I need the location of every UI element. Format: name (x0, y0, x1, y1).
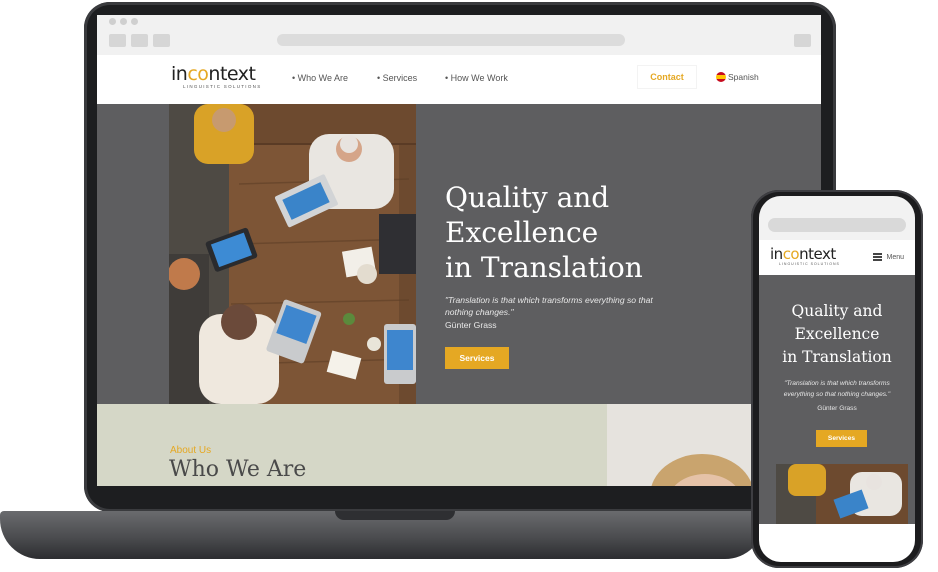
about-section: About Us Who We Are (97, 404, 821, 486)
hero-team-meeting-photo (169, 104, 416, 404)
phone-status-bar (759, 196, 915, 240)
mobile-team-meeting-photo (776, 464, 908, 524)
logo-tagline: LINGUISTIC SOLUTIONS (183, 84, 262, 89)
site-header: incontext LINGUISTIC SOLUTIONS • Who We … (97, 55, 821, 104)
mobile-hero-title: Quality and Excellence in Translation (782, 302, 892, 366)
laptop-notch (335, 511, 455, 520)
back-button[interactable] (109, 34, 126, 47)
phone-screen: incontext LINGUISTIC SOLUTIONS Menu Qual… (759, 196, 915, 562)
window-close-dot[interactable] (109, 18, 116, 25)
phone-address-bar[interactable] (768, 218, 906, 232)
hero-quote-author: Günter Grass (445, 320, 497, 330)
hamburger-icon (873, 253, 883, 261)
window-minimize-dot[interactable] (120, 18, 127, 25)
mobile-logo-tagline: LINGUISTIC SOLUTIONS (779, 262, 840, 266)
reload-button[interactable] (153, 34, 170, 47)
site-logo[interactable]: incontext LINGUISTIC SOLUTIONS (171, 63, 262, 89)
nav-link-services[interactable]: • Services (377, 73, 417, 83)
about-title: Who We Are (169, 457, 307, 482)
mobile-logo-accent: co (782, 245, 800, 263)
mobile-hero-quote: "Translation is that which transforms ev… (783, 380, 891, 398)
nav-link-how-we-work[interactable]: • How We Work (445, 73, 508, 83)
browser-toolbar (97, 15, 821, 55)
spain-flag-icon (716, 72, 726, 82)
hero-section: Quality and Excellence in Translation "T… (97, 104, 821, 404)
mobile-menu-label: Menu (886, 253, 904, 261)
mobile-site-header: incontext LINGUISTIC SOLUTIONS Menu (759, 240, 915, 275)
logo-suffix: ntext (208, 63, 256, 85)
language-selector[interactable]: Spanish (716, 72, 759, 82)
mobile-menu-button[interactable]: Menu (873, 253, 904, 261)
hero-services-button[interactable]: Services (445, 347, 509, 369)
mobile-logo-suffix: ntext (799, 245, 836, 263)
address-bar[interactable] (277, 34, 625, 46)
language-label: Spanish (728, 72, 759, 82)
browser-menu-button[interactable] (794, 34, 811, 47)
logo-prefix: in (171, 63, 188, 85)
mobile-site-logo[interactable]: incontext LINGUISTIC SOLUTIONS (770, 245, 840, 266)
mobile-hero-quote-author: Günter Grass (817, 405, 857, 412)
mobile-page-bottom (759, 524, 915, 562)
about-label: About Us (170, 445, 212, 456)
laptop-screen: incontext LINGUISTIC SOLUTIONS • Who We … (97, 15, 821, 486)
nav-link-who-we-are[interactable]: • Who We Are (292, 73, 348, 83)
contact-button[interactable]: Contact (638, 66, 696, 88)
hero-title: Quality and Excellence in Translation (445, 181, 643, 284)
mobile-services-button[interactable]: Services (816, 430, 867, 447)
mobile-logo-prefix: in (770, 245, 783, 263)
window-maximize-dot[interactable] (131, 18, 138, 25)
hero-quote: "Translation is that which transforms ev… (445, 295, 653, 317)
logo-accent: co (187, 63, 209, 85)
forward-button[interactable] (131, 34, 148, 47)
